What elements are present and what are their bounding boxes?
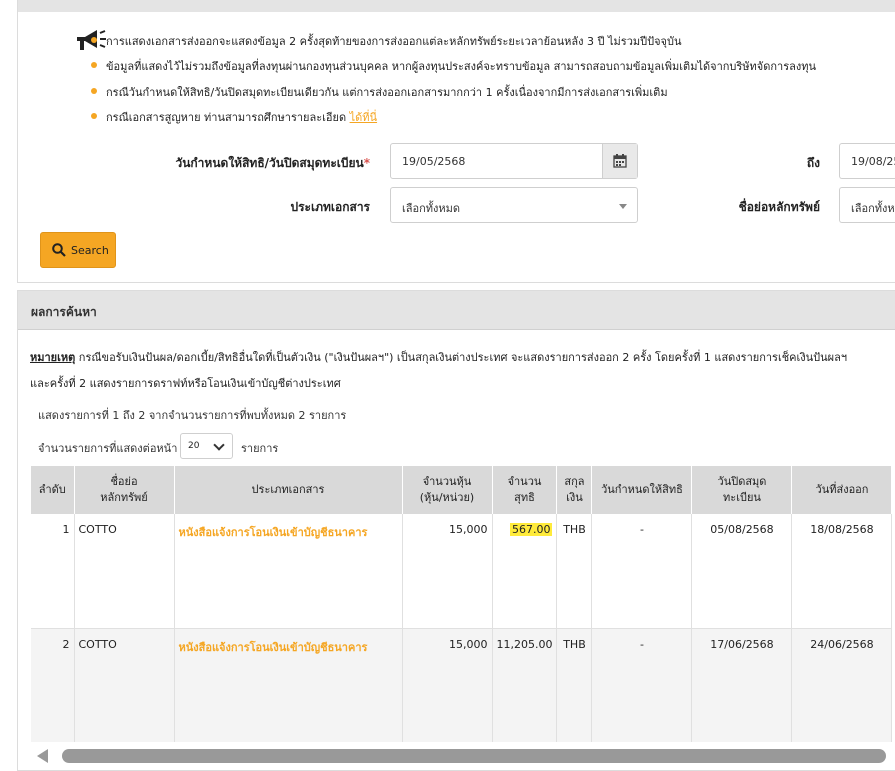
search-button[interactable]: Search xyxy=(40,232,116,268)
date-from-field[interactable]: 19/05/2568 xyxy=(390,143,638,179)
table-header-row: ลำดับ ชื่อย่อ หลักทรัพย์ ประเภทเอกสาร จำน… xyxy=(31,466,893,514)
cell-no: 2 xyxy=(31,627,75,742)
col-no: ลำดับ xyxy=(31,466,75,514)
search-button-label: Search xyxy=(71,244,109,257)
col-shares: จำนวนหุ้น (หุ้น/หน่วย) xyxy=(402,466,493,514)
date-to-field[interactable]: 19/08/25 xyxy=(839,143,895,179)
symbol-label: ชื่อย่อหลักทรัพย์ xyxy=(738,200,820,214)
cell-xdate: - xyxy=(591,627,693,742)
results-table: ลำดับ ชื่อย่อ หลักทรัพย์ ประเภทเอกสาร จำน… xyxy=(31,466,893,742)
to-label: ถึง xyxy=(806,156,820,170)
per-page-value: 20 xyxy=(188,441,200,451)
calendar-button[interactable] xyxy=(602,144,637,178)
cell-shares: 15,000 xyxy=(402,627,493,742)
cell-net: 11,205.00 xyxy=(492,627,558,742)
note-text: กรณีเอกสารสูญหาย ท่านสามารถศึกษารายละเอี… xyxy=(106,111,347,124)
per-page-select[interactable]: 20 xyxy=(180,433,233,459)
col-symbol: ชื่อย่อ หลักทรัพย์ xyxy=(74,466,175,514)
search-icon xyxy=(52,243,66,257)
document-link[interactable]: หนังสือแจ้งการโอนเงินเข้าบัญชีธนาคาร xyxy=(174,627,403,742)
horizontal-scrollbar[interactable] xyxy=(62,749,886,763)
search-panel-header xyxy=(18,0,895,12)
cell-book: 05/08/2568 xyxy=(691,514,793,628)
col-doctype: ประเภทเอกสาร xyxy=(174,466,403,514)
doctype-label: ประเภทเอกสาร xyxy=(290,200,370,214)
required-mark: * xyxy=(363,156,370,170)
document-link[interactable]: หนังสือแจ้งการโอนเงินเข้าบัญชีธนาคาร xyxy=(174,514,403,628)
col-xdate: วันกำหนดให้สิทธิ xyxy=(591,466,693,514)
doctype-select[interactable]: เลือกทั้งหมด xyxy=(390,187,638,223)
caret-down-icon xyxy=(619,204,627,209)
remark-line-2: และครั้งที่ 2 แสดงรายการดราฟท์หรือโอนเงิ… xyxy=(30,377,341,390)
showing-text: แสดงรายการที่ 1 ถึง 2 จากจำนวนรายการที่พ… xyxy=(38,409,347,422)
cell-currency: THB xyxy=(556,514,593,628)
cell-currency: THB xyxy=(556,627,593,742)
date-from-value: 19/05/2568 xyxy=(402,155,466,168)
chevron-down-icon xyxy=(213,439,225,451)
note-item: ข้อมูลที่แสดงไว้ไม่รวมถึงข้อมูลที่ลงทุนผ… xyxy=(91,57,817,75)
cell-symbol: COTTO xyxy=(74,514,175,628)
highlighted-net-amount: 567.00 xyxy=(509,523,553,536)
cell-symbol: COTTO xyxy=(74,627,175,742)
date-label: วันกำหนดให้สิทธิ/วันปิดสมุดทะเบียน* xyxy=(175,156,370,170)
results-header: ผลการค้นหา xyxy=(18,291,895,330)
col-sent: วันที่ส่งออก xyxy=(791,466,893,514)
note-text: กรณีวันกำหนดให้สิทธิ/วันปิดสมุดทะเบียนเด… xyxy=(106,86,668,99)
cell-sent: 18/08/2568 xyxy=(791,514,893,628)
remark-line-1: หมายเหตุ กรณีขอรับเงินปันผล/ดอกเบี้ย/สิท… xyxy=(30,348,847,366)
table-row: 2 COTTO หนังสือแจ้งการโอนเงินเข้าบัญชีธน… xyxy=(31,627,893,742)
note-text: การแสดงเอกสารส่งออกจะแสดงข้อมูล 2 ครั้งส… xyxy=(106,35,682,48)
cell-shares: 15,000 xyxy=(402,514,493,628)
col-net: จำนวน สุทธิ xyxy=(492,466,558,514)
col-currency: สกุล เงิน xyxy=(556,466,593,514)
symbol-select[interactable]: เลือกทั้งหม xyxy=(839,187,895,223)
symbol-value: เลือกทั้งหม xyxy=(851,202,895,215)
scroll-left-arrow-icon[interactable] xyxy=(37,749,48,763)
note-item: กรณีวันกำหนดให้สิทธิ/วันปิดสมุดทะเบียนเด… xyxy=(91,83,668,101)
cell-no: 1 xyxy=(31,514,75,628)
cell-xdate: - xyxy=(591,514,693,628)
lost-document-link[interactable]: ได้ที่นี่ xyxy=(350,111,377,124)
table-row: 1 COTTO หนังสือแจ้งการโอนเงินเข้าบัญชีธน… xyxy=(31,514,893,628)
note-item: การแสดงเอกสารส่งออกจะแสดงข้อมูล 2 ครั้งส… xyxy=(91,32,682,50)
date-to-value: 19/08/25 xyxy=(851,155,895,168)
note-item: กรณีเอกสารสูญหาย ท่านสามารถศึกษารายละเอี… xyxy=(91,108,377,126)
cell-book: 17/06/2568 xyxy=(691,627,793,742)
remark-label: หมายเหตุ xyxy=(30,351,76,364)
col-book: วันปิดสมุด ทะเบียน xyxy=(691,466,793,514)
per-page-label: จำนวนรายการที่แสดงต่อหน้า xyxy=(38,442,178,455)
note-text: ข้อมูลที่แสดงไว้ไม่รวมถึงข้อมูลที่ลงทุนผ… xyxy=(106,60,817,73)
cell-sent: 24/06/2568 xyxy=(791,627,893,742)
remark-text: กรณีขอรับเงินปันผล/ดอกเบี้ย/สิทธิอื่นใดท… xyxy=(78,351,848,364)
per-page-unit: รายการ xyxy=(241,442,279,455)
results-title: ผลการค้นหา xyxy=(31,305,97,319)
calendar-icon xyxy=(613,154,627,168)
doctype-value: เลือกทั้งหมด xyxy=(402,202,461,215)
cell-net: 567.00 xyxy=(492,514,558,628)
